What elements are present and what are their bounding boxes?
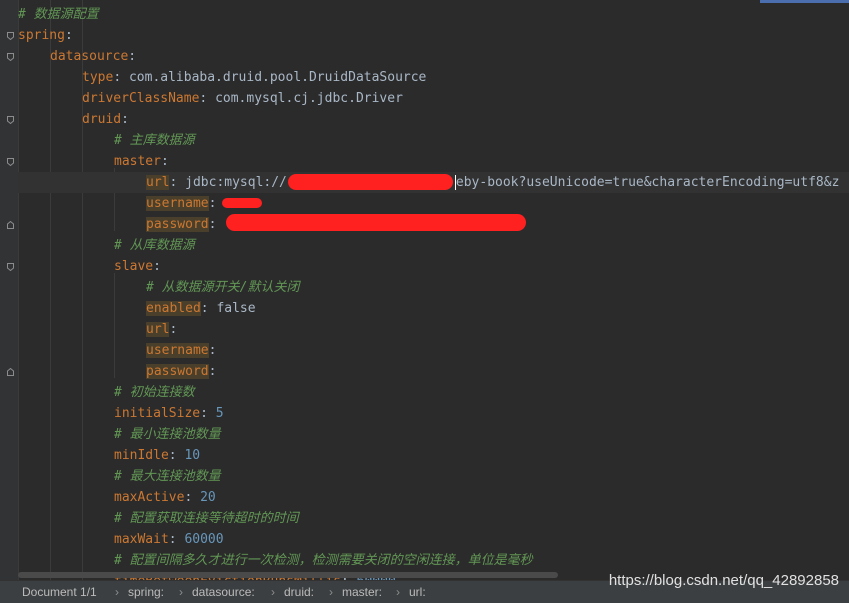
code-line: # 主库数据源 bbox=[114, 133, 195, 148]
code-line: spring: bbox=[18, 28, 73, 43]
watermark: https://blog.csdn.net/qq_42892858 bbox=[608, 572, 839, 589]
code-line: minIdle: 10 bbox=[114, 448, 201, 463]
chevron-right-icon: › bbox=[329, 585, 333, 599]
code-line: enabled: false bbox=[146, 301, 256, 316]
code-line: # 从库数据源 bbox=[114, 238, 195, 253]
indent-guide bbox=[50, 0, 51, 580]
redaction-mark bbox=[288, 174, 453, 190]
chevron-right-icon: › bbox=[115, 585, 119, 599]
code-line: maxActive: 20 bbox=[114, 490, 216, 505]
code-line: # 初始连接数 bbox=[114, 385, 195, 400]
code-line: driverClassName: com.mysql.cj.jdbc.Drive… bbox=[82, 91, 403, 106]
breadcrumb-spring[interactable]: spring: bbox=[128, 581, 164, 603]
indent-guide bbox=[18, 0, 19, 580]
chevron-right-icon: › bbox=[179, 585, 183, 599]
indent-guide bbox=[114, 273, 115, 378]
code-line: # 数据源配置 bbox=[18, 7, 99, 22]
horizontal-scrollbar[interactable] bbox=[18, 572, 558, 578]
redaction-mark bbox=[226, 214, 526, 231]
code-line: slave: bbox=[114, 259, 161, 274]
code-line: initialSize: 5 bbox=[114, 406, 224, 421]
fold-end-icon[interactable] bbox=[7, 368, 14, 376]
code-line: # 最小连接池数量 bbox=[114, 427, 221, 442]
redaction-mark bbox=[222, 198, 262, 208]
code-line: username: bbox=[146, 196, 217, 211]
fold-end-icon[interactable] bbox=[7, 221, 14, 229]
code-line: # 配置获取连接等待超时的时间 bbox=[114, 511, 299, 526]
code-line: # 最大连接池数量 bbox=[114, 469, 221, 484]
fold-icon[interactable] bbox=[7, 116, 14, 124]
code-line: # 从数据源开关/默认关闭 bbox=[146, 280, 300, 295]
breadcrumb-url[interactable]: url: bbox=[409, 581, 426, 603]
code-line: url: bbox=[146, 322, 178, 337]
editor-gutter bbox=[0, 0, 18, 580]
breadcrumb-datasource[interactable]: datasource: bbox=[192, 581, 255, 603]
code-line: datasource: bbox=[50, 49, 137, 64]
code-line: username: bbox=[146, 343, 217, 358]
chevron-right-icon: › bbox=[271, 585, 275, 599]
breadcrumb-master[interactable]: master: bbox=[342, 581, 382, 603]
code-line: druid: bbox=[82, 112, 129, 127]
code-line: # 配置间隔多久才进行一次检测，检测需要关闭的空闲连接，单位是毫秒 bbox=[114, 553, 533, 568]
fold-icon[interactable] bbox=[7, 263, 14, 271]
document-indicator: Document 1/1 bbox=[22, 585, 97, 599]
fold-icon[interactable] bbox=[7, 158, 14, 166]
fold-icon[interactable] bbox=[7, 32, 14, 40]
breadcrumb-druid[interactable]: druid: bbox=[284, 581, 314, 603]
code-line: password: bbox=[146, 217, 217, 232]
code-line: type: com.alibaba.druid.pool.DruidDataSo… bbox=[82, 70, 427, 85]
code-line: password: bbox=[146, 364, 217, 379]
code-editor[interactable]: # 数据源配置 spring: datasource: type: com.al… bbox=[18, 0, 849, 580]
chevron-right-icon: › bbox=[396, 585, 400, 599]
fold-icon[interactable] bbox=[7, 53, 14, 61]
code-line: master: bbox=[114, 154, 169, 169]
code-line: maxWait: 60000 bbox=[114, 532, 224, 547]
